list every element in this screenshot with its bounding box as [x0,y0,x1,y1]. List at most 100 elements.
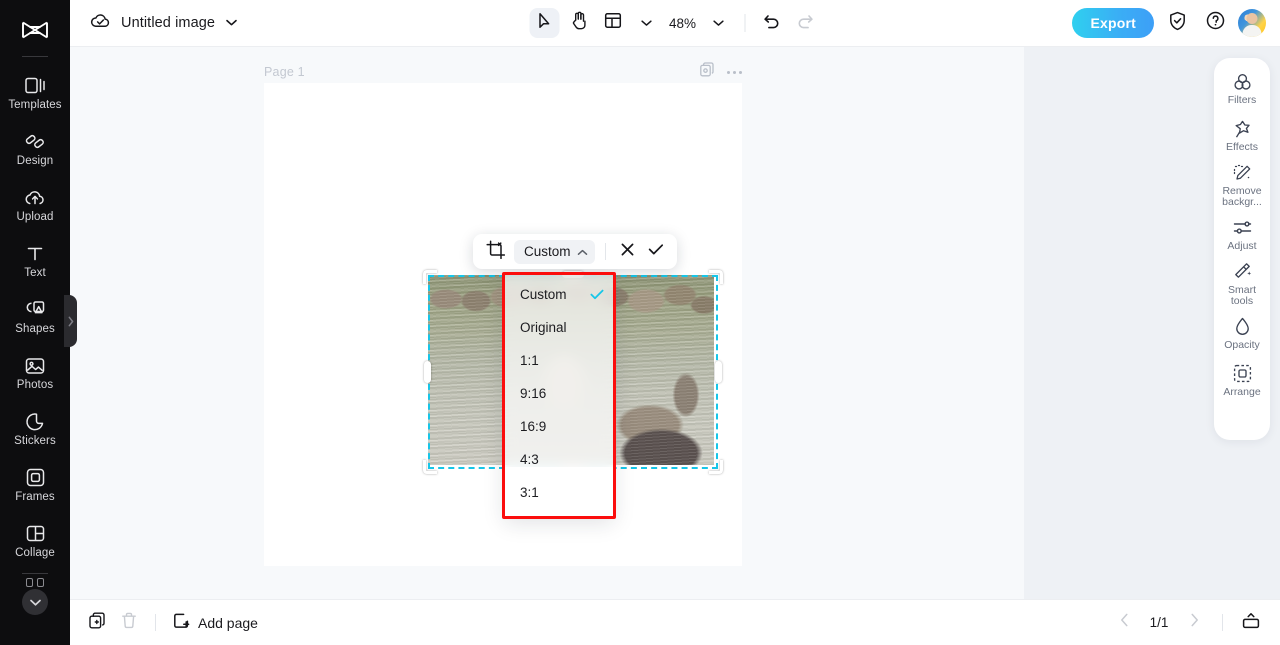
sidebar-item-upload[interactable]: Upload [0,177,70,233]
add-page-button[interactable]: Add page [167,608,264,638]
chevron-down-icon [713,14,725,32]
sidebar-item-label: Shapes [15,322,55,335]
chevron-down-icon[interactable] [225,14,238,32]
add-page-label: Add page [198,614,258,631]
crop-handle-top-right[interactable] [709,270,723,284]
checkmark-icon [648,243,664,261]
crop-handle-top-left[interactable] [423,270,437,284]
sidebar-item-text[interactable]: Text [0,233,70,289]
add-page-icon [173,612,190,634]
hand-tool-button[interactable] [564,8,594,38]
cancel-crop-button[interactable] [616,240,640,264]
security-button[interactable] [1162,8,1192,38]
document-title: Untitled image [121,15,216,31]
sidebar-item-collage[interactable]: Collage [0,513,70,569]
sidebar-item-templates[interactable]: Templates [0,65,70,121]
chevron-down-icon[interactable] [22,589,48,615]
previous-page-button[interactable] [1109,608,1139,638]
sidebar-divider-bottom [22,573,48,574]
sidebar-item-photos[interactable]: Photos [0,345,70,401]
sidebar-item-label: Frames [15,490,55,503]
topbar-right-group: Export [1072,8,1266,38]
crop-handle-right[interactable] [715,361,722,383]
left-sidebar: Templates Design Upload Text Shapes Phot… [0,0,70,645]
ratio-option-1-1[interactable]: 1:1 [504,344,614,377]
hand-pan-icon [570,11,587,35]
ratio-option-16-9[interactable]: 16:9 [504,410,614,443]
sidebar-item-label: Design [16,154,54,167]
present-button[interactable] [1236,608,1266,638]
aspect-ratio-menu[interactable]: Custom Original 1:1 9:16 16:9 4:3 3:1 [504,274,614,517]
sidebar-item-shapes[interactable]: Shapes [0,289,70,345]
ratio-option-label: 9:16 [520,386,547,401]
sidebar-item-design[interactable]: Design [0,121,70,177]
tool-label: Adjust [1227,239,1257,252]
sidebar-collapse-tab[interactable] [64,295,77,347]
tool-adjust[interactable]: Adjust [1214,212,1270,259]
export-button[interactable]: Export [1072,8,1154,38]
redo-button[interactable] [791,8,821,38]
templates-icon [24,75,46,97]
canvas-area[interactable]: Page 1 Custom Original 1:1 9:16 16:9 4:3… [70,47,1024,599]
capcut-logo-icon[interactable] [15,10,55,50]
tool-filters[interactable]: Filters [1214,66,1270,113]
crop-icon [485,239,505,264]
ratio-option-9-16[interactable]: 9:16 [504,377,614,410]
ratio-option-4-3[interactable]: 4:3 [504,443,614,476]
sidebar-item-label: Photos [16,378,54,391]
shapes-icon [24,299,46,321]
select-tool-button[interactable] [529,8,560,38]
ratio-option-custom[interactable]: Custom [504,278,614,311]
sidebar-item-frames[interactable]: Frames [0,457,70,513]
redo-icon [797,13,815,34]
sidebar-more-apps[interactable] [0,576,70,616]
sidebar-item-stickers[interactable]: Stickers [0,401,70,457]
sidebar-divider [22,56,48,57]
capcut-image-editor: Templates Design Upload Text Shapes Phot… [0,0,1280,645]
text-icon [24,243,46,265]
tool-smart-tools[interactable]: Smart tools [1214,259,1270,311]
bottom-toolbar: Add page 1/1 [70,599,1280,645]
crop-handle-bottom-right[interactable] [709,460,723,474]
confirm-crop-button[interactable] [644,240,668,264]
page-actions [700,62,742,82]
tool-arrange[interactable]: Arrange [1214,357,1270,404]
delete-page-button[interactable] [114,608,144,638]
duplicate-page-button[interactable] [82,608,112,638]
document-title-block[interactable]: Untitled image [90,12,238,34]
sidebar-item-label: Upload [16,210,54,223]
sidebar-item-label: Stickers [14,434,56,447]
ratio-option-3-1[interactable]: 3:1 [504,476,614,509]
page-counter: 1/1 [1149,615,1169,630]
undo-icon [763,13,781,34]
user-avatar[interactable] [1238,9,1266,37]
remove-background-icon [1232,163,1252,183]
zoom-dropdown-button[interactable] [704,8,734,38]
bottom-toolbar-divider [155,614,156,631]
crop-handle-bottom-left[interactable] [423,460,437,474]
chevron-up-icon [577,244,588,259]
layout-dropdown-button[interactable] [632,8,662,38]
photos-icon [24,355,46,377]
crop-tool-button[interactable] [482,239,508,265]
more-options-icon[interactable] [727,70,742,74]
ratio-option-label: 4:3 [520,452,539,467]
tool-remove-background[interactable]: Remove backgr... [1214,160,1270,212]
undo-button[interactable] [757,8,787,38]
page-navigation: 1/1 [1109,608,1266,638]
tool-effects[interactable]: Effects [1214,113,1270,160]
tool-label: Filters [1227,94,1257,107]
duplicate-page-icon[interactable] [700,62,715,82]
help-question-icon [1206,11,1225,35]
next-page-button[interactable] [1179,608,1209,638]
crop-toolbar-divider [604,243,606,260]
help-button[interactable] [1200,8,1230,38]
chevron-down-icon [641,14,653,32]
layout-tool-button[interactable] [598,8,628,38]
aspect-ratio-dropdown[interactable]: Custom [514,239,595,264]
ratio-option-original[interactable]: Original [504,311,614,344]
zoom-level-value: 48% [668,15,697,31]
tool-opacity[interactable]: Opacity [1214,310,1270,357]
crop-handle-left[interactable] [424,361,431,383]
chevron-right-icon [1190,613,1199,632]
